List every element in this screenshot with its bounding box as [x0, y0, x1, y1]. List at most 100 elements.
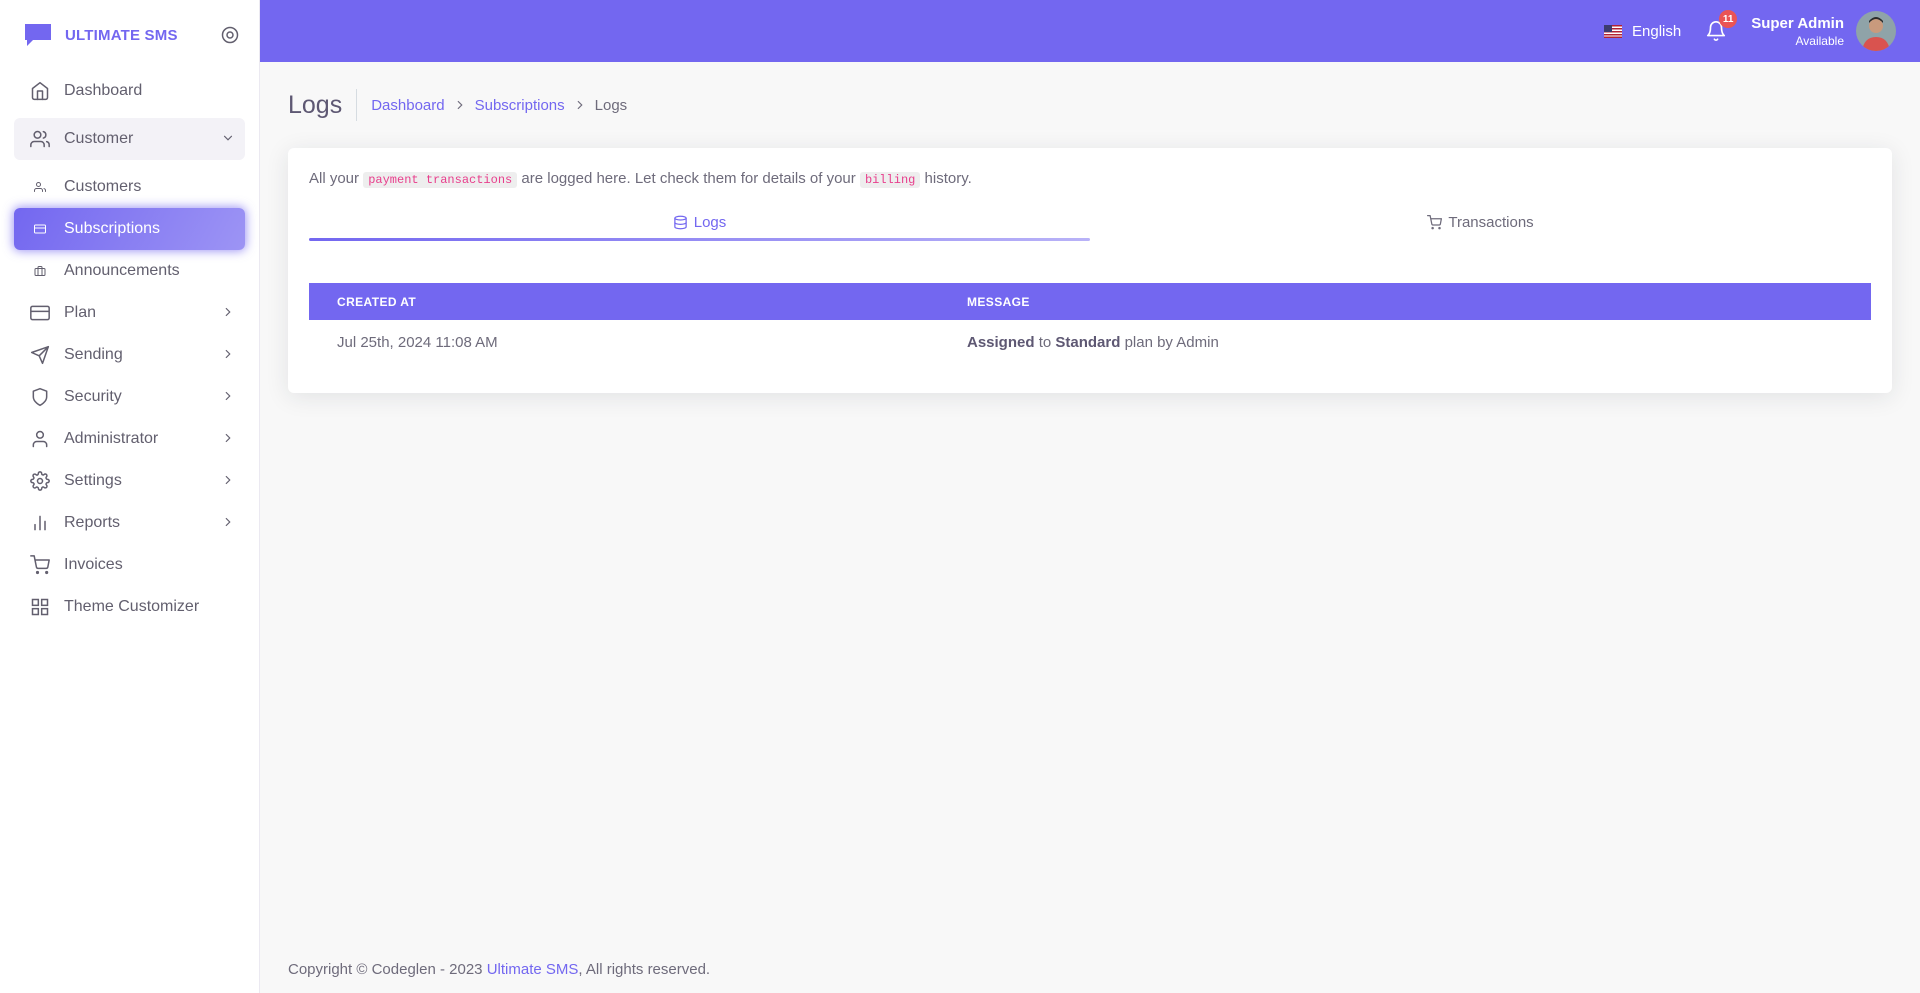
- breadcrumb: Dashboard Subscriptions Logs: [371, 97, 627, 114]
- sidebar-item-label: Administrator: [64, 430, 159, 447]
- send-icon: [30, 345, 50, 365]
- sidebar-item-dashboard[interactable]: Dashboard: [14, 70, 245, 112]
- user-icon: [30, 429, 50, 449]
- column-created-at[interactable]: Created At: [309, 283, 939, 320]
- intro-text: All your payment transactions are logged…: [309, 168, 1871, 191]
- sidebar-item-plan[interactable]: Plan: [14, 292, 245, 334]
- msg-text-2: plan by Admin: [1124, 333, 1219, 351]
- chevron-right-icon: [225, 349, 231, 359]
- home-icon: [30, 81, 50, 101]
- users-icon: [30, 129, 50, 149]
- database-icon: [673, 215, 687, 229]
- collapse-toggle-icon[interactable]: [221, 26, 239, 44]
- sidebar-item-label: Customer: [64, 130, 134, 147]
- sidebar-item-customer[interactable]: Customer: [14, 118, 245, 160]
- user-name: Super Admin: [1751, 14, 1844, 32]
- notifications-button[interactable]: 11: [1705, 10, 1738, 42]
- cell-created-at: Jul 25th, 2024 11:08 AM: [337, 333, 498, 351]
- briefcase-small-icon: [30, 261, 50, 281]
- tabs: Logs Transactions: [309, 203, 1871, 241]
- sidebar-item-subscriptions[interactable]: Subscriptions: [14, 208, 245, 250]
- user-info[interactable]: Super Admin Available: [1751, 15, 1844, 48]
- brand-name: ULTIMATE SMS: [65, 26, 178, 44]
- table-header-row: Created At Message: [309, 283, 1871, 320]
- sidebar-item-label: Customers: [64, 178, 142, 195]
- sidebar-item-customers[interactable]: Customers: [14, 166, 245, 208]
- chevron-right-icon: [225, 391, 231, 401]
- tab-label: Transactions: [1448, 213, 1534, 231]
- sidebar-item-label: Subscriptions: [64, 220, 161, 237]
- shield-icon: [30, 387, 50, 407]
- us-flag-icon: [1604, 24, 1622, 38]
- sidebar-item-reports[interactable]: Reports: [14, 502, 245, 544]
- sidebar-item-label: Dashboard: [64, 82, 143, 99]
- intro-part-1: All your: [309, 170, 360, 187]
- sidebar-item-sending[interactable]: Sending: [14, 334, 245, 376]
- logs-table: Created At Message Jul 25th, 2024 11:08 …: [309, 283, 1871, 364]
- sidebar-item-security[interactable]: Security: [14, 376, 245, 418]
- language-label: English: [1632, 22, 1682, 40]
- top-navbar: English 11 Super Admin Available: [260, 0, 1920, 62]
- msg-text-1: to: [1038, 333, 1052, 351]
- intro-part-3: history.: [924, 170, 972, 187]
- logs-card: All your payment transactions are logged…: [288, 148, 1892, 393]
- content-header: Logs Dashboard Subscriptions Logs: [288, 62, 1892, 148]
- user-status: Available: [1795, 33, 1844, 48]
- sidebar-item-label: Theme Customizer: [64, 598, 200, 615]
- grid-icon: [30, 597, 50, 617]
- breadcrumb-dashboard[interactable]: Dashboard: [371, 97, 444, 114]
- sidebar-item-administrator[interactable]: Administrator: [14, 418, 245, 460]
- sidebar-item-label: Announcements: [64, 262, 180, 279]
- msg-bold-2: Standard: [1055, 333, 1121, 351]
- sidebar-item-label: Invoices: [64, 556, 123, 573]
- sidebar-item-label: Settings: [64, 472, 122, 489]
- footer-copyright: Copyright © Codeglen - 2023: [288, 961, 483, 978]
- chevron-right-icon: [457, 100, 463, 110]
- chat-logo-icon: [25, 24, 51, 46]
- sidebar-item-settings[interactable]: Settings: [14, 460, 245, 502]
- column-message[interactable]: Message: [939, 283, 1871, 320]
- sidebar-item-label: Plan: [64, 304, 97, 321]
- code-billing: billing: [859, 172, 921, 188]
- shopping-cart-icon: [30, 555, 50, 575]
- footer-link[interactable]: Ultimate SMS: [487, 961, 579, 978]
- users-small-icon: [30, 177, 50, 197]
- brand[interactable]: ULTIMATE SMS: [0, 0, 259, 70]
- sidebar-item-theme-customizer[interactable]: Theme Customizer: [14, 586, 245, 628]
- chevron-right-icon: [225, 307, 231, 317]
- sidebar-item-label: Security: [64, 388, 122, 405]
- tab-label: Logs: [693, 213, 727, 231]
- breadcrumb-subscriptions[interactable]: Subscriptions: [475, 97, 565, 114]
- chevron-right-icon: [225, 475, 231, 485]
- main-content: Logs Dashboard Subscriptions Logs All yo…: [288, 62, 1892, 393]
- footer-suffix: , All rights reserved.: [578, 961, 711, 978]
- tab-transactions[interactable]: Transactions: [1090, 203, 1871, 241]
- footer: Copyright © Codeglen - 2023 Ultimate SMS…: [288, 961, 710, 978]
- code-payment-transactions: payment transactions: [363, 172, 518, 188]
- page-title: Logs: [288, 89, 358, 121]
- chevron-down-icon: [223, 135, 233, 141]
- avatar[interactable]: [1856, 11, 1896, 51]
- bar-chart-icon: [30, 513, 50, 533]
- tab-logs[interactable]: Logs: [309, 203, 1090, 241]
- sidebar-item-label: Reports: [64, 514, 121, 531]
- sidebar-item-announcements[interactable]: Announcements: [14, 250, 245, 292]
- language-dropdown[interactable]: English: [1604, 23, 1681, 40]
- sidebar-item-invoices[interactable]: Invoices: [14, 544, 245, 586]
- chevron-right-icon: [225, 517, 231, 527]
- notification-badge: 11: [1719, 10, 1738, 28]
- cell-message: Assigned to Standard plan by Admin: [939, 320, 1871, 364]
- shopping-cart-icon: [1427, 214, 1443, 229]
- credit-card-icon: [30, 303, 50, 323]
- table-row: Jul 25th, 2024 11:08 AM Assigned to Stan…: [309, 320, 1871, 364]
- chevron-right-icon: [225, 433, 231, 443]
- chevron-right-icon: [577, 100, 583, 110]
- settings-icon: [30, 471, 50, 491]
- credit-card-small-icon: [30, 219, 50, 239]
- intro-part-2: are logged here. Let check them for deta…: [521, 170, 856, 187]
- sidebar: ULTIMATE SMS Dashboard Customer Customer: [0, 0, 260, 993]
- msg-bold-1: Assigned: [967, 333, 1035, 351]
- sidebar-menu: Dashboard Customer Customers Subscriptio…: [0, 70, 259, 628]
- breadcrumb-current: Logs: [594, 96, 628, 114]
- sidebar-item-label: Sending: [64, 346, 123, 363]
